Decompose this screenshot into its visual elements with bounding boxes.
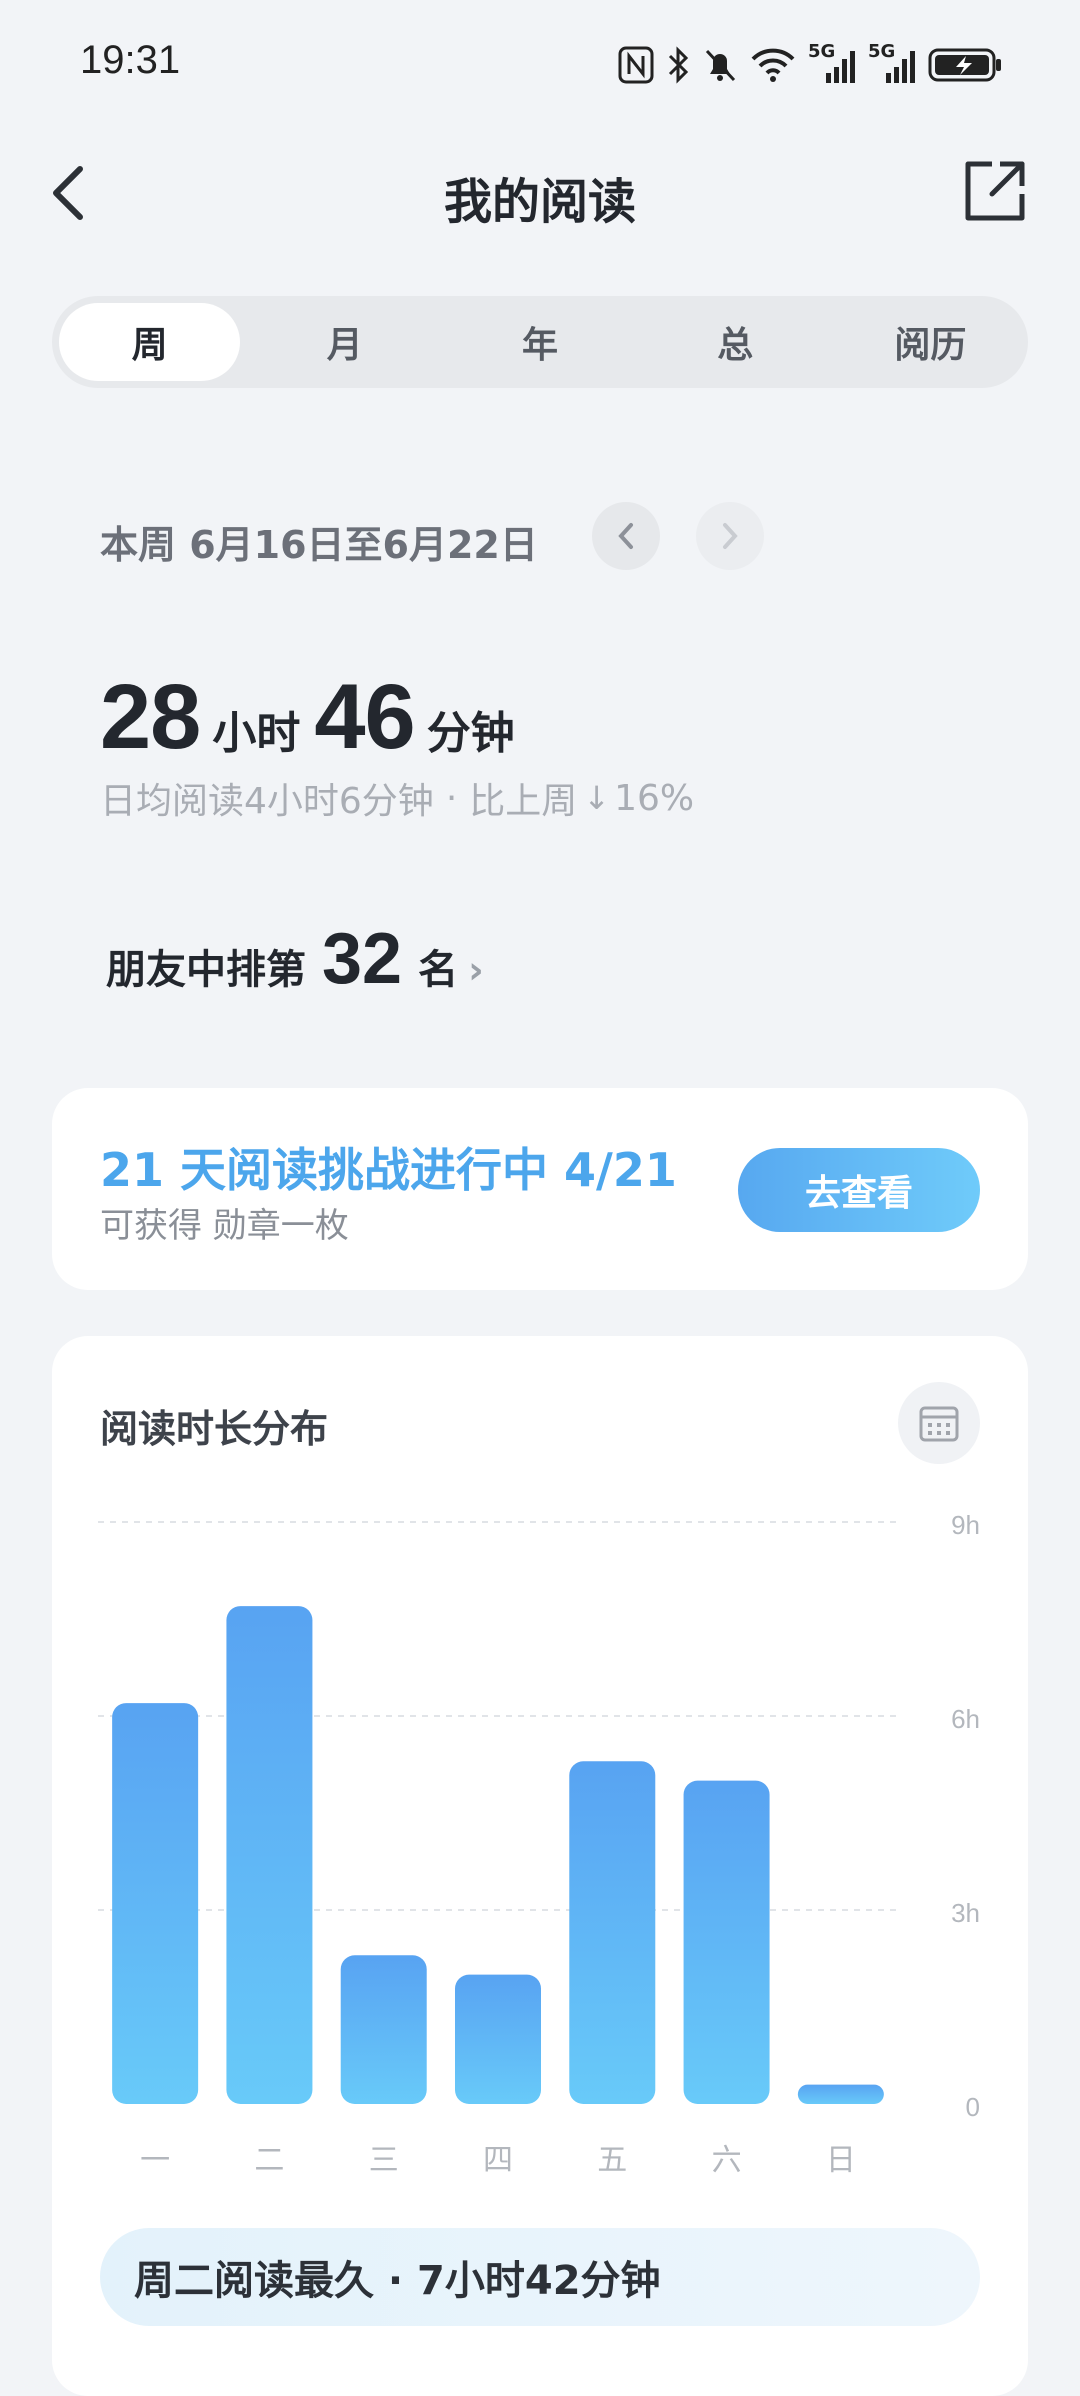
chart-bar[interactable] [455,1974,541,2104]
total-reading-time: 28 小时 46 分钟 [100,665,529,770]
chevron-right-icon [723,523,738,549]
y-tick-label: 6h [951,1704,980,1734]
total-hours: 28 [100,666,201,768]
page-title: 我的阅读 [443,174,636,230]
down-arrow-icon: ↓ [583,779,611,817]
x-tick-label: 五 [597,2143,627,2178]
share-button[interactable] [962,158,1028,224]
signal-5g-icon: 5G [868,41,916,85]
chart-bar[interactable] [112,1703,199,2104]
chart-bar[interactable] [340,1955,427,2104]
friend-rank[interactable]: 朋友中排第 32 名 › [106,918,484,1000]
x-tick-label: 二 [254,2143,284,2178]
chart-bar[interactable] [226,1606,313,2104]
chart-bar[interactable] [797,2084,884,2104]
rank-suffix: 名 [418,947,459,993]
x-tick-label: 三 [369,2143,399,2178]
compare-label: 比上周 [469,781,578,822]
chart-bar[interactable] [569,1761,656,2104]
chevron-left-icon [618,523,633,549]
x-tick-label: 六 [712,2143,742,2178]
tab-month[interactable]: 月 [254,303,435,381]
y-tick-label: 0 [966,2092,980,2122]
y-tick-label: 3h [951,1898,980,1928]
daily-average: 日均阅读4小时6分钟 [100,781,434,822]
rank-number: 32 [322,919,403,999]
mute-icon [702,46,738,84]
battery-charging-icon [928,46,1004,84]
total-minutes: 46 [314,666,415,768]
challenge-title: 21 天阅读挑战进行中 4/21 [100,1143,677,1197]
rank-prefix: 朋友中排第 [106,947,306,993]
status-time: 19:31 [80,38,181,82]
summary-banner: 周二阅读最久 · 7小时42分钟 [100,2228,980,2326]
wifi-icon [750,46,796,84]
tab-total[interactable]: 总 [645,303,826,381]
status-icons: 5G 5G [618,40,1004,90]
challenge-subtitle: 可获得 勋章一枚 [100,1206,349,1246]
view-challenge-button[interactable]: 去查看 [738,1148,980,1232]
tab-year[interactable]: 年 [449,303,630,381]
bluetooth-icon [666,46,690,84]
week-range: 本周 6月16日至6月22日 [100,523,538,567]
signal-label: 5G [868,41,896,62]
period-tabs: 周 月 年 总 阅历 [52,296,1028,388]
compare-value: 16% [614,777,695,819]
chart-title: 阅读时长分布 [100,1407,329,1451]
signal-5g-icon: 5G [808,41,856,85]
separator: · [445,777,458,819]
chart-bar[interactable] [683,1780,770,2104]
share-icon [965,161,1025,221]
hours-unit: 小时 [212,708,301,759]
reading-duration-chart: 一 二 三 四 五 六 日 0 3h 6h 9h [98,1510,980,2178]
minutes-unit: 分钟 [426,708,515,759]
signal-label: 5G [808,41,836,62]
next-week-button[interactable] [696,502,764,570]
x-tick-label: 一 [140,2143,170,2178]
x-tick-label: 日 [826,2143,856,2178]
calendar-button[interactable] [898,1382,980,1464]
tab-week[interactable]: 周 [59,303,241,381]
prev-week-button[interactable] [592,502,660,570]
tab-history[interactable]: 阅历 [840,303,1021,381]
chevron-right-icon: › [468,948,484,992]
nfc-icon [618,46,654,84]
daily-average-line: 日均阅读4小时6分钟 · 比上周 ↓ 16% [100,772,694,824]
x-tick-label: 四 [483,2143,513,2178]
calendar-icon [919,1406,959,1442]
y-tick-label: 9h [951,1510,980,1540]
